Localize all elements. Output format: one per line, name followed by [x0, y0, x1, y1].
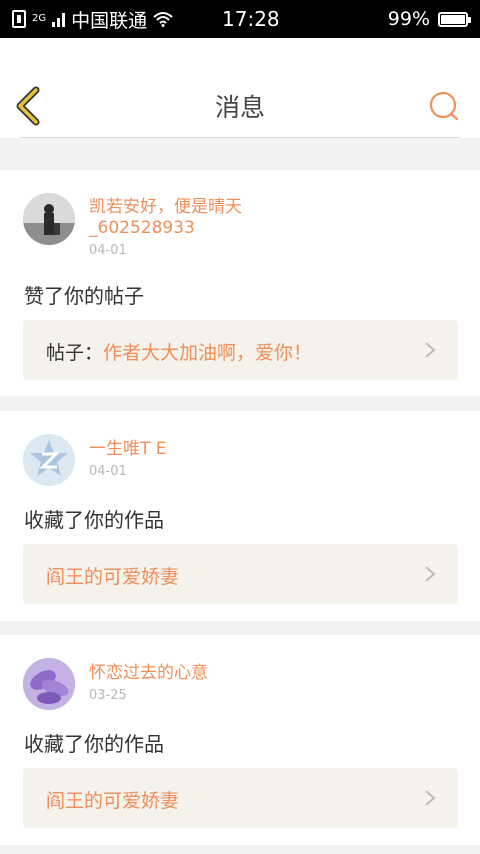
- header-divider: [20, 137, 460, 138]
- status-bar: 2G 中国联通 17:28 99%: [0, 0, 480, 38]
- work-link[interactable]: 阎王的可爱娇妻: [23, 544, 458, 604]
- username[interactable]: 怀恋过去的心意: [89, 663, 309, 684]
- chevron-right-icon: [425, 790, 436, 806]
- message-action: 赞了你的帖子: [24, 284, 144, 308]
- network-type-indicator: 2G: [32, 14, 46, 24]
- work-link-text: 阎王的可爱娇妻: [46, 562, 179, 589]
- work-link[interactable]: 阎王的可爱娇妻: [23, 768, 458, 828]
- username[interactable]: 一生唯T E: [89, 439, 309, 460]
- wifi-icon: [153, 12, 173, 27]
- app-header: 消息: [0, 38, 480, 138]
- message-card: 凯若安好，便是晴天_602528933 04-01 赞了你的帖子 帖子：作者大大…: [0, 170, 480, 396]
- post-link-text: 帖子：作者大大加油啊，爱你！: [46, 338, 312, 365]
- network-type-label: 2G: [32, 13, 47, 24]
- sim-card-icon: [12, 10, 26, 28]
- message-action: 收藏了你的作品: [24, 732, 164, 756]
- work-link-text: 阎王的可爱娇妻: [46, 786, 179, 813]
- chevron-right-icon: [425, 566, 436, 582]
- status-time: 17:28: [222, 7, 280, 31]
- post-link[interactable]: 帖子：作者大大加油啊，爱你！: [23, 320, 458, 380]
- message-date: 04-01: [89, 464, 127, 479]
- status-right: 99%: [387, 8, 471, 30]
- signal-strength-icon: [52, 11, 66, 27]
- message-card: 怀恋过去的心意 03-25 收藏了你的作品 阎王的可爱娇妻: [0, 635, 480, 845]
- message-date: 03-25: [89, 688, 127, 703]
- message-card: 一生唯T E 04-01 收藏了你的作品 阎王的可爱娇妻: [0, 411, 480, 621]
- message-date: 04-01: [89, 243, 127, 258]
- battery-icon: [438, 11, 471, 27]
- status-left: 2G 中国联通: [12, 6, 192, 33]
- avatar[interactable]: [23, 193, 75, 245]
- page-title: 消息: [214, 93, 265, 122]
- work-link-title: 阎王的可爱娇妻: [46, 566, 180, 588]
- post-link-prefix: 帖子：: [46, 342, 104, 364]
- avatar[interactable]: [23, 434, 75, 486]
- post-link-title: 作者大大加油啊，爱你！: [103, 342, 313, 364]
- work-link-title: 阎王的可爱娇妻: [46, 790, 180, 812]
- carrier-name: 中国联通: [71, 9, 148, 32]
- chevron-right-icon: [425, 342, 436, 358]
- message-action: 收藏了你的作品: [24, 508, 164, 532]
- battery-percentage: 99%: [387, 8, 430, 30]
- username[interactable]: 凯若安好，便是晴天_602528933: [89, 197, 309, 239]
- search-icon[interactable]: [428, 90, 460, 122]
- avatar[interactable]: [23, 658, 75, 710]
